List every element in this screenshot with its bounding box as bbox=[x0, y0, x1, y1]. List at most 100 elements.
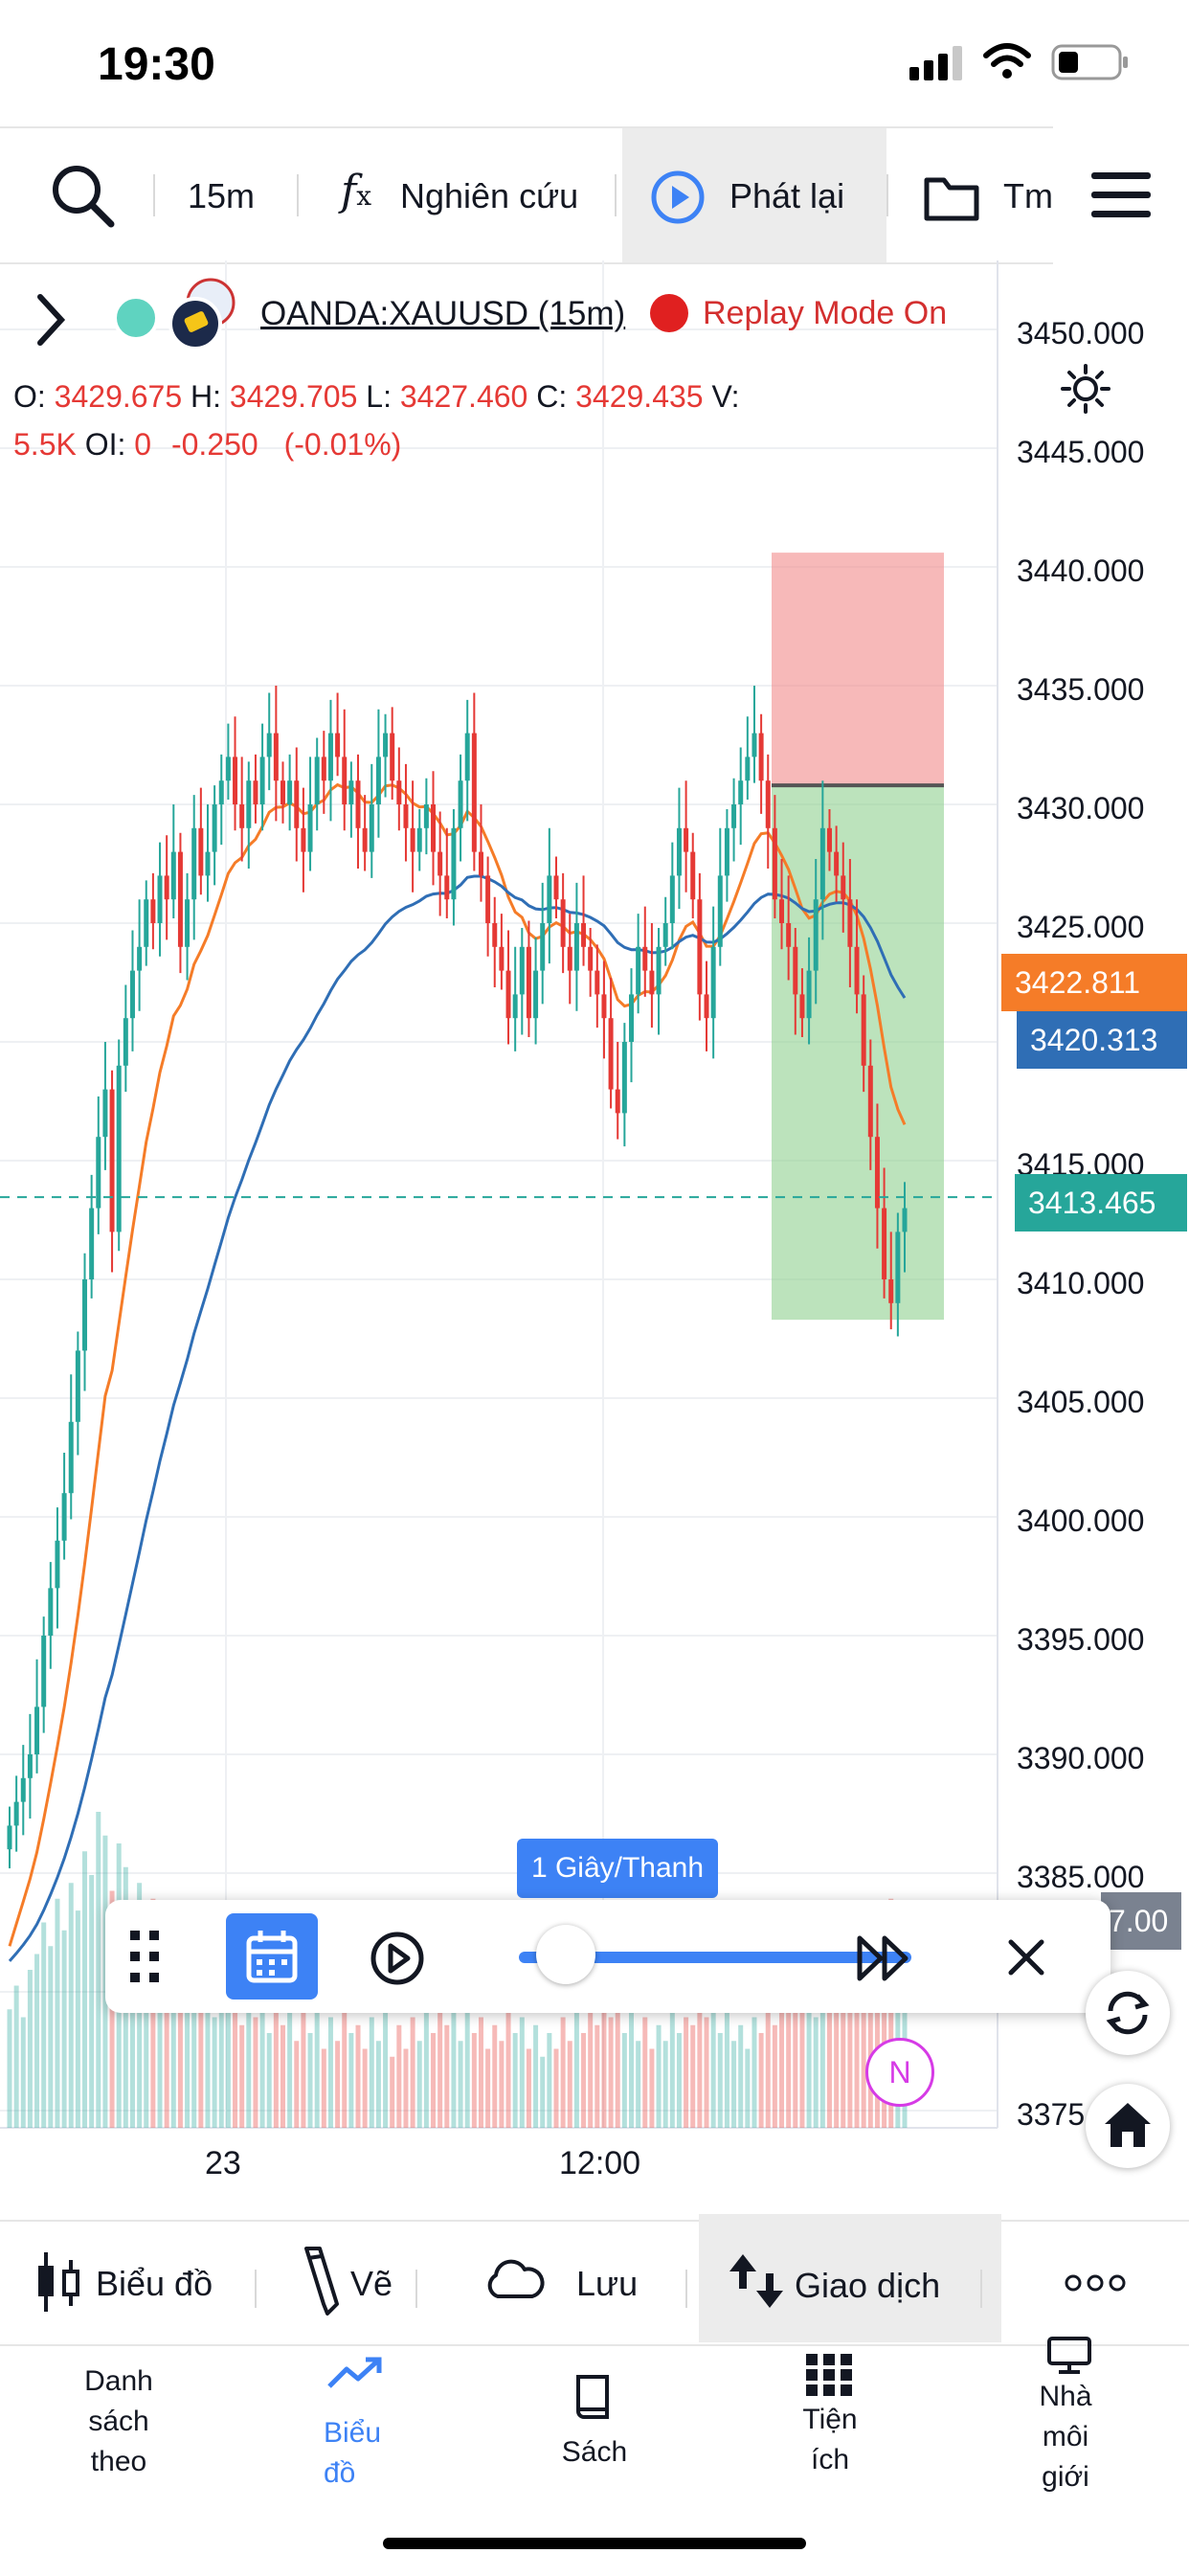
nav-utilities-line: ích bbox=[810, 2444, 850, 2475]
trade-button[interactable]: Giao dịch bbox=[795, 2266, 940, 2306]
replay-control-bar bbox=[105, 1900, 1110, 2013]
interval-button[interactable]: 15m bbox=[188, 176, 255, 216]
volume-bar bbox=[485, 2048, 491, 2128]
candle-body bbox=[301, 827, 306, 852]
candle-body bbox=[636, 946, 641, 995]
candle-body bbox=[27, 1754, 33, 1778]
volume-bar bbox=[7, 2009, 12, 2128]
reset-view-button[interactable] bbox=[1086, 1971, 1170, 2055]
go-to-realtime-button[interactable] bbox=[1086, 2084, 1170, 2168]
stop-loss-zone bbox=[772, 553, 944, 786]
fast-forward-icon[interactable] bbox=[856, 1934, 915, 1982]
time-tick: 12:00 bbox=[559, 2145, 641, 2181]
candle-body bbox=[601, 994, 607, 1019]
volume-bar bbox=[369, 2017, 374, 2128]
close-icon[interactable] bbox=[1007, 1938, 1045, 1977]
nav-watchlist-line: theo bbox=[90, 2446, 147, 2477]
replay-button[interactable]: Phát lại bbox=[729, 176, 844, 216]
search-icon[interactable] bbox=[48, 161, 117, 230]
nav-brokers[interactable]: Nhà môi giới bbox=[1013, 2377, 1118, 2499]
volume-bar bbox=[553, 2048, 559, 2128]
candle-body bbox=[423, 804, 429, 828]
ohlc-legend: O: 3429.675 H: 3429.705 L: 3427.460 C: 3… bbox=[13, 379, 740, 415]
volume-bar bbox=[758, 2033, 764, 2128]
speed-slider-thumb[interactable] bbox=[536, 1925, 595, 1984]
templates-button[interactable]: Tm bbox=[1003, 176, 1053, 216]
volume-bar bbox=[280, 2024, 285, 2128]
volume-bar bbox=[731, 2041, 737, 2128]
play-icon[interactable] bbox=[370, 1931, 425, 1986]
save-button[interactable]: Lưu bbox=[576, 2264, 638, 2304]
candle-body bbox=[307, 804, 313, 852]
volume-bar bbox=[327, 2017, 333, 2128]
volume-bar bbox=[656, 2024, 662, 2128]
candle-body bbox=[765, 780, 771, 828]
chart-type-button[interactable]: Biểu đồ bbox=[96, 2264, 213, 2304]
menu-icon[interactable] bbox=[1089, 170, 1153, 220]
nav-book[interactable]: Sách bbox=[542, 2432, 647, 2473]
candle-body bbox=[137, 946, 143, 971]
pencil-icon bbox=[304, 2247, 339, 2316]
nav-watchlist[interactable]: Danh sách theo bbox=[61, 2361, 176, 2482]
ema-slow-line bbox=[8, 874, 907, 1962]
candle-body bbox=[355, 780, 361, 828]
battery-icon bbox=[1051, 44, 1128, 80]
candle-body bbox=[662, 923, 668, 947]
candle-body bbox=[185, 899, 191, 947]
draw-button[interactable]: Vẽ bbox=[350, 2264, 393, 2304]
candle-body bbox=[144, 899, 149, 947]
folder-icon[interactable] bbox=[923, 169, 980, 222]
volume-bar bbox=[423, 2009, 429, 2128]
candle-body bbox=[212, 804, 217, 852]
volume-bar bbox=[519, 2017, 525, 2128]
volume-bar bbox=[492, 2024, 498, 2128]
price-tick: 3385.000 bbox=[1017, 1860, 1145, 1894]
volume-bar bbox=[636, 2041, 641, 2128]
price-tick: 3405.000 bbox=[1017, 1385, 1145, 1419]
nav-chart[interactable]: Biểu đồ bbox=[303, 2413, 429, 2494]
symbol-name[interactable]: OANDA:XAUUSD (15m) bbox=[260, 295, 625, 333]
indicators-button[interactable]: Nghiên cứu bbox=[400, 176, 578, 216]
replay-button-bg[interactable]: Phát lại bbox=[622, 128, 886, 262]
candle-body bbox=[170, 851, 176, 900]
candle-body bbox=[294, 780, 300, 828]
candle-body bbox=[772, 827, 777, 900]
ema-slow-badge: 3420.313 bbox=[1017, 1011, 1187, 1069]
volume-bar bbox=[649, 2048, 655, 2128]
candle-body bbox=[717, 875, 723, 947]
candle-body bbox=[123, 1018, 128, 1066]
apps-grid-icon bbox=[806, 2354, 852, 2396]
replay-speed-badge[interactable]: 1 Giây/Thanh bbox=[517, 1839, 718, 1898]
candle-body bbox=[841, 875, 846, 900]
chart-settings-icon[interactable] bbox=[1061, 364, 1110, 414]
volume-value: 5.5K bbox=[13, 427, 77, 462]
time-tick: 23 bbox=[205, 2145, 241, 2181]
nav-utilities[interactable]: Tiện ích bbox=[777, 2400, 883, 2480]
candle-body bbox=[553, 875, 559, 900]
indicators-icon[interactable]: fx bbox=[341, 167, 371, 215]
candle-body bbox=[41, 1636, 47, 1707]
candle-body bbox=[246, 780, 252, 828]
volume-bar bbox=[20, 2017, 26, 2128]
candle-body bbox=[854, 946, 860, 995]
candle-body bbox=[362, 827, 368, 852]
candle-body bbox=[745, 757, 751, 781]
more-icon[interactable] bbox=[1065, 2273, 1126, 2293]
candle-body bbox=[813, 899, 819, 971]
candle-body bbox=[485, 875, 491, 923]
news-badge[interactable]: N bbox=[865, 2038, 934, 2107]
drag-handle-icon[interactable] bbox=[128, 1929, 163, 1986]
candle-body bbox=[109, 1089, 115, 1232]
volume-bar bbox=[704, 2017, 709, 2128]
candle-body bbox=[567, 946, 572, 971]
candle-body bbox=[369, 804, 374, 852]
candle-body bbox=[826, 827, 832, 852]
select-date-button[interactable] bbox=[226, 1913, 318, 2000]
candle-body bbox=[13, 1801, 19, 1826]
candle-body bbox=[758, 733, 764, 781]
candle-body bbox=[464, 733, 470, 781]
expand-legend-icon[interactable] bbox=[33, 291, 71, 349]
signal-icon bbox=[909, 46, 962, 80]
volume-bar bbox=[96, 1812, 101, 2128]
candle-body bbox=[588, 946, 594, 971]
